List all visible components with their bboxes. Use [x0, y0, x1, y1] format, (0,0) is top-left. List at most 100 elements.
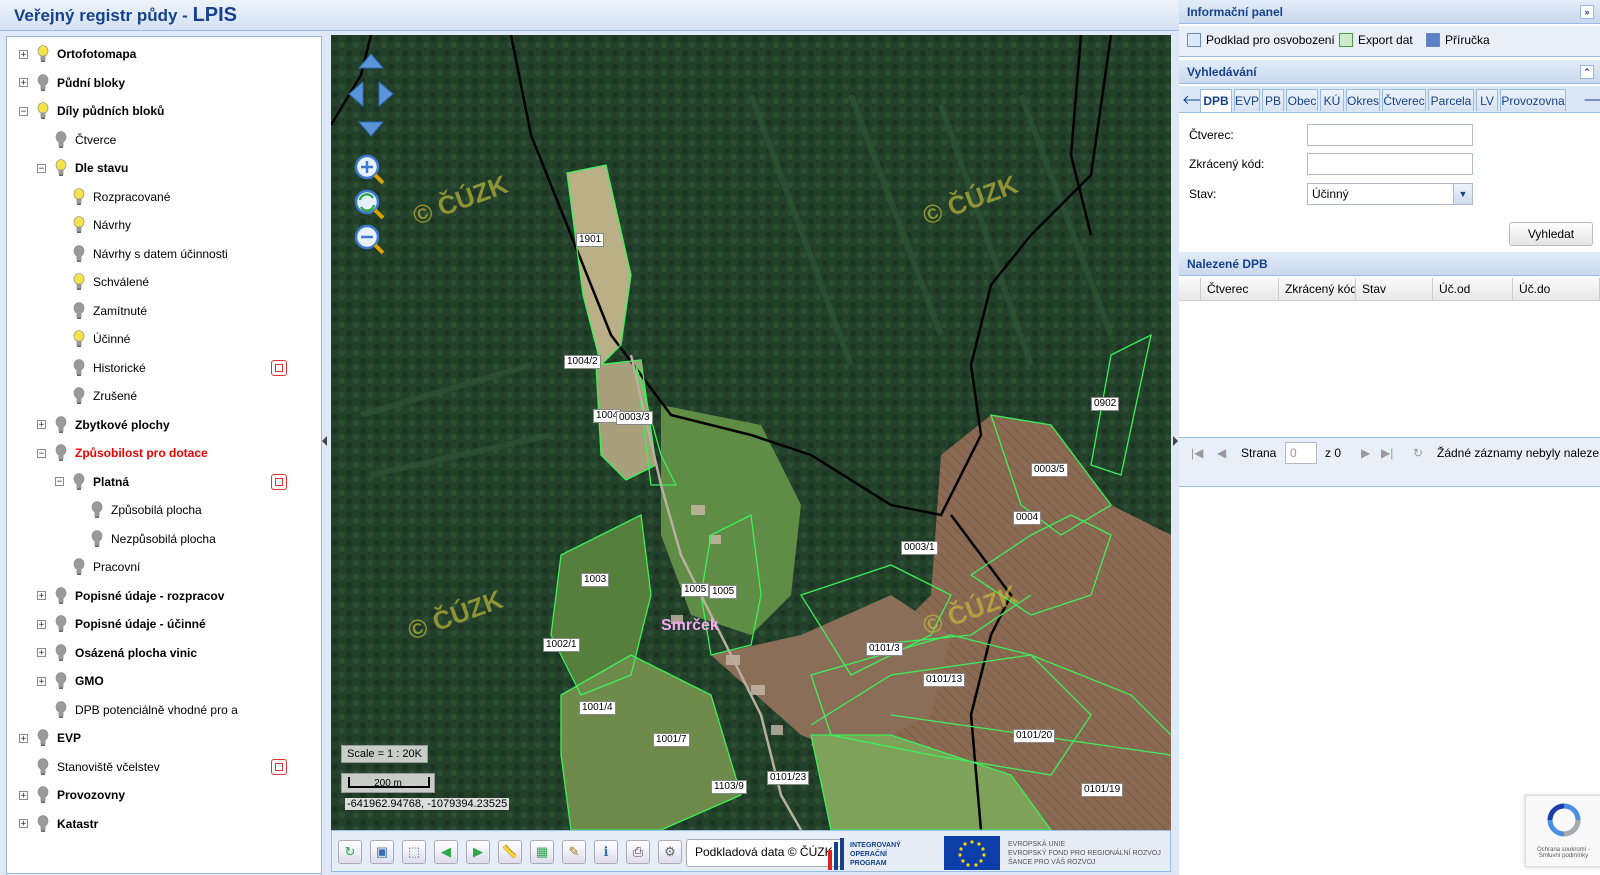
tab-provozovna[interactable]: Provozovna: [1500, 89, 1566, 111]
tree-node[interactable]: + Osázená plocha vinic: [37, 642, 197, 664]
expand-icon[interactable]: +: [19, 819, 28, 829]
tree-node[interactable]: + Ortofotomapa: [19, 43, 136, 65]
bulb-icon[interactable]: [37, 102, 49, 120]
tree-node[interactable]: Návrhy s datem účinnosti: [55, 243, 228, 265]
first-page-icon[interactable]: |◀: [1191, 446, 1203, 460]
tab-scroll-left-icon[interactable]: 🡐: [1182, 91, 1217, 109]
tab-scroll-right-icon[interactable]: 🡒: [1583, 91, 1600, 109]
tree-node[interactable]: Návrhy: [55, 214, 131, 236]
tab-obec[interactable]: Obec: [1286, 89, 1318, 111]
kod-input[interactable]: [1307, 153, 1473, 175]
ctverec-input[interactable]: [1307, 124, 1473, 146]
tree-node[interactable]: − Platná: [55, 471, 129, 493]
col-kod[interactable]: Zkrácený kód.: [1279, 278, 1356, 300]
tab-evp[interactable]: EVP: [1234, 89, 1260, 111]
bulb-icon[interactable]: [37, 786, 49, 804]
tree-node[interactable]: + Katastr: [19, 813, 98, 835]
tree-node[interactable]: − Díly půdních bloků: [19, 100, 164, 122]
bulb-icon[interactable]: [55, 586, 67, 605]
bulb-icon[interactable]: [37, 45, 49, 63]
settings-icon[interactable]: ⚙: [658, 840, 682, 864]
tree-node[interactable]: − Způsobilost pro dotace: [37, 442, 208, 464]
zoom-out-icon[interactable]: [354, 224, 385, 255]
bulb-icon[interactable]: [37, 729, 49, 747]
previous-view-icon[interactable]: ◀: [434, 840, 458, 864]
print-icon[interactable]: ⎙: [626, 840, 650, 864]
measure-icon[interactable]: 📏: [498, 840, 522, 864]
bulb-icon[interactable]: [37, 814, 49, 833]
bulb-icon[interactable]: [73, 301, 85, 320]
bulb-icon[interactable]: [37, 73, 49, 92]
tree-node[interactable]: DPB potenciálně vhodné pro a: [37, 699, 238, 721]
bulb-icon[interactable]: [55, 130, 67, 149]
bulb-icon[interactable]: [73, 358, 85, 377]
bulb-icon[interactable]: [73, 244, 85, 263]
expand-icon[interactable]: +: [37, 420, 46, 430]
collapse-panel-icon[interactable]: »: [1580, 5, 1594, 19]
next-page-icon[interactable]: ▶: [1361, 446, 1370, 460]
tab-parcela[interactable]: Parcela: [1428, 89, 1474, 111]
col-stav[interactable]: Stav: [1356, 278, 1433, 300]
tab-dpb[interactable]: DPB: [1200, 89, 1232, 112]
search-button[interactable]: Vyhledat: [1509, 222, 1593, 246]
bulb-icon[interactable]: [55, 700, 67, 719]
tree-node[interactable]: Účinné: [55, 328, 130, 350]
map-view[interactable]: © ČÚZK © ČÚZK © ČÚZK © ČÚZK 1901 1004/2 10…: [331, 35, 1171, 830]
bulb-icon[interactable]: [55, 444, 67, 462]
refresh-icon[interactable]: ↻: [338, 840, 362, 864]
bulb-icon[interactable]: [55, 415, 67, 434]
tab-čtverec[interactable]: Čtverec: [1382, 89, 1426, 111]
tree-node[interactable]: Stanoviště včelstev: [19, 756, 160, 778]
expand-icon[interactable]: +: [37, 676, 46, 686]
tree-node[interactable]: Pracovní: [55, 556, 140, 578]
bulb-icon[interactable]: [73, 187, 85, 206]
tree-node[interactable]: + Půdní bloky: [19, 72, 125, 94]
left-splitter[interactable]: [322, 36, 328, 872]
collapse-icon[interactable]: −: [19, 106, 28, 116]
chevron-down-icon[interactable]: ▼: [1453, 184, 1472, 204]
legend-icon[interactable]: [271, 473, 287, 490]
collapse-left-icon[interactable]: [322, 436, 327, 446]
bulb-icon[interactable]: [73, 216, 85, 234]
col-uc-od[interactable]: Úč.od: [1433, 278, 1513, 300]
zoom-extent-icon[interactable]: [354, 189, 385, 220]
legend-icon[interactable]: [271, 758, 287, 775]
map-navigation[interactable]: [347, 50, 397, 280]
info-icon[interactable]: ℹ: [594, 840, 618, 864]
expand-icon[interactable]: +: [37, 648, 46, 658]
tree-node[interactable]: Schválené: [55, 271, 149, 293]
refresh-grid-icon[interactable]: ↻: [1413, 446, 1423, 460]
tab-okres[interactable]: Okres: [1346, 89, 1380, 111]
bulb-icon[interactable]: [73, 387, 85, 405]
zoom-window-icon[interactable]: ▣: [370, 840, 394, 864]
recaptcha-badge[interactable]: Ochrana soukromí - Smluvní podmínky: [1525, 795, 1600, 867]
legend-icon[interactable]: [271, 359, 287, 376]
bulb-icon[interactable]: [73, 472, 85, 491]
tab-lv[interactable]: LV: [1476, 89, 1498, 111]
bulb-icon[interactable]: [73, 273, 85, 291]
bulb-icon[interactable]: [73, 330, 85, 348]
bulb-icon[interactable]: [55, 615, 67, 633]
tree-node[interactable]: Nezpůsobilá plocha: [73, 528, 216, 550]
expand-icon[interactable]: +: [19, 733, 28, 743]
manual-button[interactable]: Příručka: [1426, 33, 1490, 47]
col-uc-do[interactable]: Úč.do: [1513, 278, 1600, 300]
tab-kú[interactable]: KÚ: [1320, 89, 1344, 111]
pan-down-icon[interactable]: [357, 121, 385, 137]
pan-right-icon[interactable]: [378, 80, 394, 108]
right-splitter[interactable]: [1172, 36, 1178, 872]
collapse-icon[interactable]: −: [37, 448, 46, 458]
col-ctverec[interactable]: Čtverec: [1201, 278, 1279, 300]
tree-node[interactable]: + Provozovny: [19, 784, 125, 806]
export-button[interactable]: Export dat: [1339, 33, 1413, 47]
zoom-in-icon[interactable]: [354, 154, 385, 185]
podklad-button[interactable]: Podklad pro osvobození: [1187, 33, 1335, 47]
bulb-icon[interactable]: [73, 558, 85, 576]
collapse-search-icon[interactable]: ⌃: [1580, 65, 1594, 79]
tree-node[interactable]: + Zbytkové plochy: [37, 414, 170, 436]
tree-node[interactable]: + GMO: [37, 670, 104, 692]
bulb-icon[interactable]: [55, 159, 67, 177]
bulb-icon[interactable]: [91, 501, 103, 519]
collapse-icon[interactable]: −: [55, 477, 64, 487]
expand-icon[interactable]: +: [19, 790, 28, 800]
